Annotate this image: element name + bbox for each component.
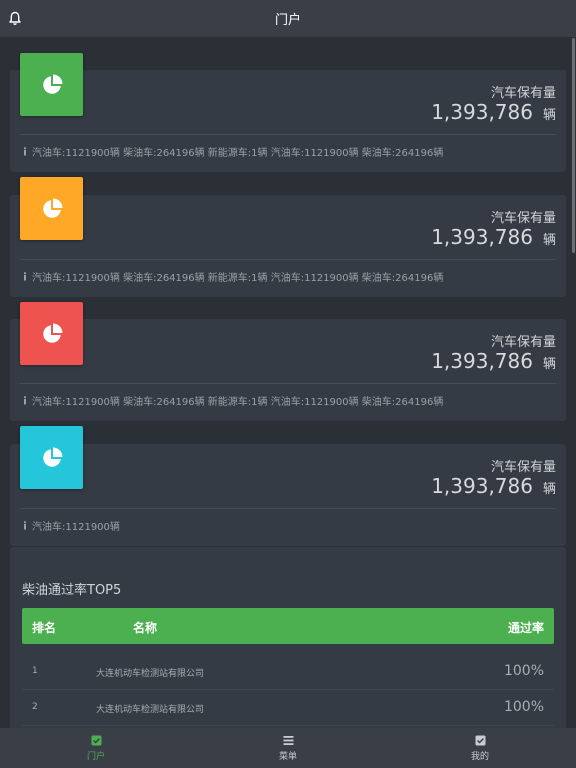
stat-footer-text: 汽油车:1121900辆 柴油车:264196辆 新能源车:1辆 汽油车:112… bbox=[32, 397, 444, 408]
stat-value: 1,393,786 bbox=[431, 474, 533, 498]
ranking-title: 柴油通过率TOP5 bbox=[22, 583, 122, 598]
stat-card: 汽车保有量 1,393,786 辆 汽油车:1121900辆 柴油车:26419… bbox=[10, 177, 566, 297]
profile-icon bbox=[475, 735, 485, 745]
info-icon bbox=[23, 396, 27, 405]
divider bbox=[20, 508, 556, 509]
stat-title: 汽车保有量 bbox=[490, 335, 556, 350]
stat-card: 汽车保有量 1,393,786 辆 汽油车:1121900辆 柴油车:26419… bbox=[10, 53, 566, 172]
page-title: 门户 bbox=[274, 13, 301, 28]
nav-label: 菜单 bbox=[278, 751, 297, 762]
stat-footer: 汽油车:1121900辆 柴油车:264196辆 新能源车:1辆 汽油车:112… bbox=[22, 269, 443, 284]
nav-label: 我的 bbox=[470, 751, 489, 762]
cell-rank: 1 bbox=[32, 666, 38, 676]
cell-rate: 100% bbox=[503, 663, 544, 679]
top-header: 门户 bbox=[0, 0, 576, 37]
bottom-nav: 门户 菜单 我的 bbox=[0, 728, 576, 768]
stat-title: 汽车保有量 bbox=[490, 211, 556, 226]
nav-item-menu[interactable]: 菜单 bbox=[192, 728, 384, 768]
cell-rate: 100% bbox=[503, 699, 544, 715]
table-row[interactable]: 1 大连机动车检测站有限公司 100% bbox=[22, 654, 554, 690]
stat-footer: 汽油车:1121900辆 柴油车:264196辆 新能源车:1辆 汽油车:112… bbox=[22, 393, 443, 408]
cell-name: 大连机动车检测站有限公司 bbox=[96, 669, 205, 679]
stat-icon-tile bbox=[20, 302, 83, 365]
stat-footer-text: 汽油车:1121900辆 bbox=[32, 522, 120, 533]
stat-value: 1,393,786 bbox=[431, 225, 533, 249]
menu-icon bbox=[283, 735, 293, 745]
info-icon bbox=[23, 272, 27, 281]
stat-title: 汽车保有量 bbox=[490, 460, 556, 475]
stat-unit: 辆 bbox=[542, 108, 556, 123]
stat-value-row: 1,393,786 辆 bbox=[431, 100, 556, 124]
stat-value-row: 1,393,786 辆 bbox=[431, 474, 556, 498]
app-root: 门户 汽车保有量 1,393,786 辆 汽油车:1121900辆 柴油车:26… bbox=[0, 0, 576, 768]
stat-value-row: 1,393,786 辆 bbox=[431, 349, 556, 373]
stat-footer: 汽油车:1121900辆 bbox=[22, 518, 120, 533]
portal-icon bbox=[91, 735, 101, 745]
stat-value: 1,393,786 bbox=[431, 349, 533, 373]
stat-value-row: 1,393,786 辆 bbox=[431, 225, 556, 249]
stat-footer: 汽油车:1121900辆 柴油车:264196辆 新能源车:1辆 汽油车:112… bbox=[22, 144, 443, 159]
stat-icon-tile bbox=[20, 177, 83, 240]
table-header: 排名 名称 通过率 bbox=[22, 608, 554, 644]
pie-chart-icon bbox=[42, 447, 62, 467]
stat-value: 1,393,786 bbox=[431, 100, 533, 124]
stat-unit: 辆 bbox=[542, 482, 556, 497]
nav-item-profile[interactable]: 我的 bbox=[384, 728, 576, 768]
stat-unit: 辆 bbox=[542, 233, 556, 248]
nav-item-portal[interactable]: 门户 bbox=[0, 728, 192, 768]
nav-label: 门户 bbox=[86, 751, 105, 762]
stat-icon-tile bbox=[20, 426, 83, 489]
info-icon bbox=[23, 147, 27, 156]
stat-footer-text: 汽油车:1121900辆 柴油车:264196辆 新能源车:1辆 汽油车:112… bbox=[32, 148, 444, 159]
scrollbar[interactable] bbox=[572, 38, 575, 253]
table-row[interactable]: 2 大连机动车检测站有限公司 100% bbox=[22, 690, 554, 726]
stat-card: 汽车保有量 1,393,786 辆 汽油车:1121900辆 bbox=[10, 426, 566, 546]
main-content[interactable]: 汽车保有量 1,393,786 辆 汽油车:1121900辆 柴油车:26419… bbox=[0, 37, 576, 728]
cell-name: 大连机动车检测站有限公司 bbox=[96, 705, 205, 715]
stat-unit: 辆 bbox=[542, 357, 556, 372]
bell-icon[interactable] bbox=[8, 11, 22, 26]
column-header-rank: 排名 bbox=[32, 621, 57, 635]
ranking-card: 柴油通过率TOP5 排名 名称 通过率 1 大连机动车检测站有限公司 100% … bbox=[10, 547, 566, 728]
divider bbox=[20, 383, 556, 384]
pie-chart-icon bbox=[42, 198, 62, 218]
divider bbox=[20, 259, 556, 260]
info-icon bbox=[23, 521, 27, 530]
stat-icon-tile bbox=[20, 53, 83, 116]
column-header-rate: 通过率 bbox=[507, 621, 544, 635]
stat-card: 汽车保有量 1,393,786 辆 汽油车:1121900辆 柴油车:26419… bbox=[10, 302, 566, 421]
stat-footer-text: 汽油车:1121900辆 柴油车:264196辆 新能源车:1辆 汽油车:112… bbox=[32, 273, 444, 284]
divider bbox=[20, 134, 556, 135]
column-header-name: 名称 bbox=[133, 621, 158, 635]
cell-rank: 2 bbox=[32, 702, 38, 712]
stat-title: 汽车保有量 bbox=[490, 86, 556, 101]
pie-chart-icon bbox=[42, 74, 62, 94]
pie-chart-icon bbox=[42, 323, 62, 343]
